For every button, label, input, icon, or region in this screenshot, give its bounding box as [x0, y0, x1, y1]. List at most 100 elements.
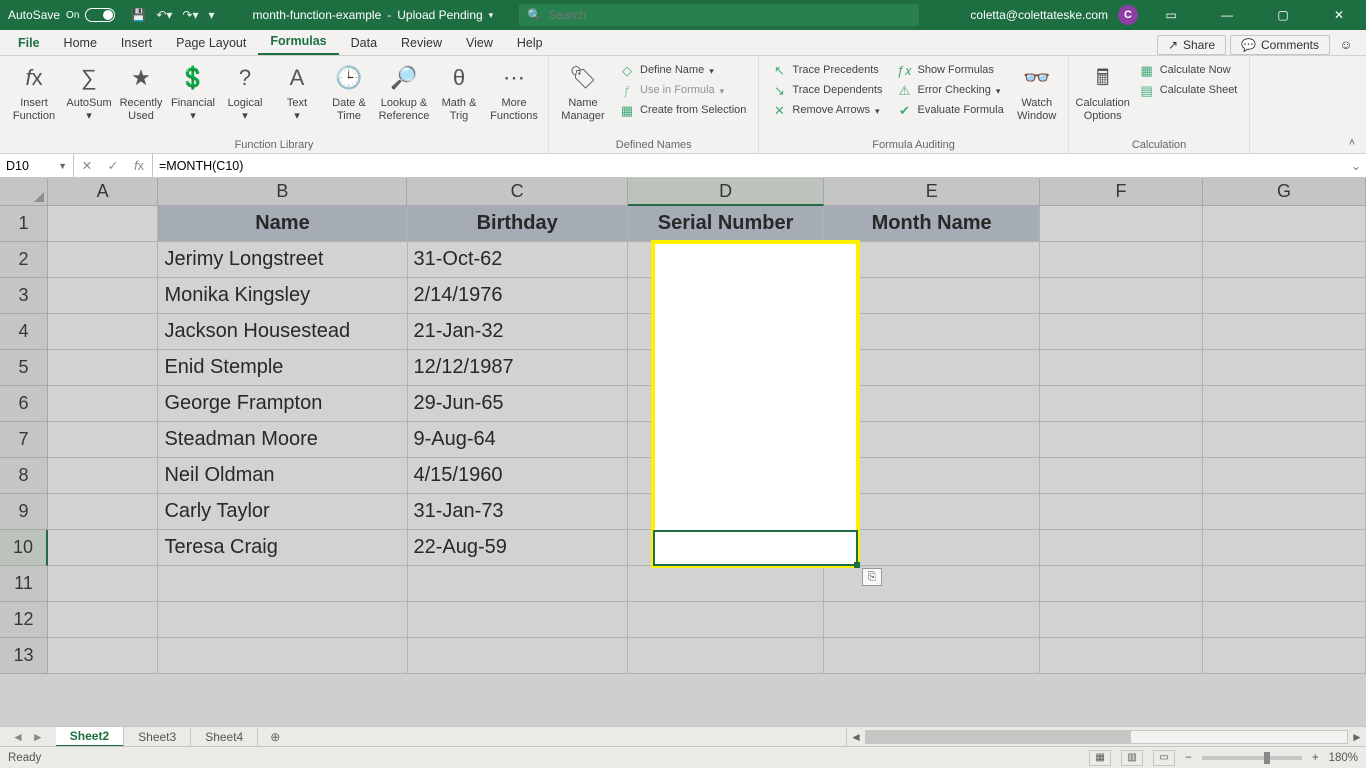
- name-box[interactable]: D10 ▼: [0, 154, 74, 177]
- cell-B11[interactable]: [158, 566, 407, 602]
- cell-C10[interactable]: 22-Aug-59: [408, 530, 628, 566]
- formula-input[interactable]: =MONTH(C10): [153, 154, 1346, 177]
- row-header-7[interactable]: 7: [0, 422, 48, 458]
- cell-F6[interactable]: [1040, 386, 1203, 422]
- search-box[interactable]: 🔍: [519, 4, 919, 26]
- math-trig-button[interactable]: θMath & Trig: [434, 60, 484, 122]
- add-sheet-icon[interactable]: ⊕: [258, 730, 292, 744]
- zoom-level[interactable]: 180%: [1329, 752, 1358, 764]
- upload-status[interactable]: Upload Pending: [397, 8, 482, 22]
- select-all-corner[interactable]: [0, 178, 48, 206]
- cell-D3[interactable]: 2: [628, 278, 824, 314]
- cell-D10[interactable]: 8: [628, 530, 824, 566]
- cell-B8[interactable]: Neil Oldman: [158, 458, 407, 494]
- cell-A10[interactable]: [48, 530, 158, 566]
- cell-F3[interactable]: [1040, 278, 1203, 314]
- row-header-1[interactable]: 1: [0, 206, 48, 242]
- spreadsheet-grid[interactable]: ABCDEFG 12345678910111213 NameBirthdaySe…: [0, 178, 1366, 726]
- ribbon-display-icon[interactable]: ▭: [1148, 0, 1194, 30]
- autosum-button[interactable]: ∑AutoSum▾: [64, 60, 114, 122]
- cell-A8[interactable]: [48, 458, 158, 494]
- cell-B9[interactable]: Carly Taylor: [158, 494, 407, 530]
- calculation-options-button[interactable]: 🖩Calculation Options: [1075, 60, 1131, 122]
- cell-F8[interactable]: [1040, 458, 1203, 494]
- cell-A11[interactable]: [48, 566, 158, 602]
- calculate-now-button[interactable]: ▦Calculate Now: [1137, 62, 1240, 80]
- cell-B13[interactable]: [158, 638, 407, 674]
- autofill-options-icon[interactable]: ⎘: [862, 568, 882, 586]
- cell-E12[interactable]: [824, 602, 1040, 638]
- maximize-icon[interactable]: ▢: [1260, 0, 1306, 30]
- tab-help[interactable]: Help: [505, 32, 555, 55]
- cell-G1[interactable]: [1203, 206, 1366, 242]
- search-input[interactable]: [548, 8, 911, 22]
- cell-C6[interactable]: 29-Jun-65: [408, 386, 628, 422]
- cell-E4[interactable]: [824, 314, 1040, 350]
- cell-D5[interactable]: 12: [628, 350, 824, 386]
- cell-F5[interactable]: [1040, 350, 1203, 386]
- column-header-c[interactable]: C: [407, 178, 627, 206]
- insert-function-button[interactable]: fxInsert Function: [6, 60, 62, 122]
- cell-G2[interactable]: [1203, 242, 1366, 278]
- cell-A6[interactable]: [48, 386, 158, 422]
- cancel-formula-icon[interactable]: ✕: [74, 158, 100, 173]
- tab-page-layout[interactable]: Page Layout: [164, 32, 258, 55]
- cell-C1[interactable]: Birthday: [408, 206, 628, 242]
- row-header-4[interactable]: 4: [0, 314, 48, 350]
- cell-F2[interactable]: [1040, 242, 1203, 278]
- cell-F10[interactable]: [1040, 530, 1203, 566]
- scroll-right-icon[interactable]: ►: [1348, 730, 1366, 744]
- row-header-11[interactable]: 11: [0, 566, 48, 602]
- cell-E5[interactable]: [824, 350, 1040, 386]
- scroll-left-icon[interactable]: ◄: [847, 730, 865, 744]
- column-header-d[interactable]: D: [628, 178, 825, 206]
- cell-C2[interactable]: 31-Oct-62: [408, 242, 628, 278]
- cell-F1[interactable]: [1040, 206, 1203, 242]
- show-formulas-button[interactable]: ƒ𝑥Show Formulas: [894, 62, 1005, 80]
- cell-E13[interactable]: [824, 638, 1040, 674]
- collapse-ribbon-icon[interactable]: ˄: [1338, 56, 1366, 153]
- sheet-tab-sheet2[interactable]: Sheet2: [56, 727, 124, 747]
- tab-home[interactable]: Home: [52, 32, 109, 55]
- cell-C8[interactable]: 4/15/1960: [408, 458, 628, 494]
- cell-D13[interactable]: [628, 638, 824, 674]
- date-time-button[interactable]: 🕒Date & Time: [324, 60, 374, 122]
- zoom-in-icon[interactable]: +: [1312, 752, 1319, 764]
- cell-A2[interactable]: [48, 242, 158, 278]
- autosave-toggle[interactable]: AutoSave On: [0, 8, 123, 22]
- watch-window-button[interactable]: 👓Watch Window: [1012, 60, 1062, 122]
- cell-D9[interactable]: 1: [628, 494, 824, 530]
- toggle-switch-icon[interactable]: [85, 8, 115, 22]
- cell-G7[interactable]: [1203, 422, 1366, 458]
- cell-F11[interactable]: [1040, 566, 1203, 602]
- cell-A7[interactable]: [48, 422, 158, 458]
- cell-A3[interactable]: [48, 278, 158, 314]
- cell-E6[interactable]: [824, 386, 1040, 422]
- sheet-nav-next-icon[interactable]: ►: [32, 730, 44, 744]
- cell-A1[interactable]: [48, 206, 158, 242]
- cell-B3[interactable]: Monika Kingsley: [158, 278, 407, 314]
- minimize-icon[interactable]: —: [1204, 0, 1250, 30]
- cell-D12[interactable]: [628, 602, 824, 638]
- tab-review[interactable]: Review: [389, 32, 454, 55]
- row-header-13[interactable]: 13: [0, 638, 48, 674]
- cell-B6[interactable]: George Frampton: [158, 386, 407, 422]
- cell-A4[interactable]: [48, 314, 158, 350]
- chevron-down-icon[interactable]: ▾: [489, 10, 494, 21]
- row-header-6[interactable]: 6: [0, 386, 48, 422]
- cell-G13[interactable]: [1203, 638, 1366, 674]
- remove-arrows-button[interactable]: ✕Remove Arrows ▾: [769, 102, 884, 120]
- cell-A13[interactable]: [48, 638, 158, 674]
- trace-precedents-button[interactable]: ↖Trace Precedents: [769, 62, 884, 80]
- cell-G9[interactable]: [1203, 494, 1366, 530]
- column-header-a[interactable]: A: [48, 178, 158, 206]
- evaluate-formula-button[interactable]: ✔Evaluate Formula: [894, 102, 1005, 120]
- cell-G8[interactable]: [1203, 458, 1366, 494]
- lookup-reference-button[interactable]: 🔎Lookup & Reference: [376, 60, 432, 122]
- cell-B4[interactable]: Jackson Housestead: [158, 314, 407, 350]
- cell-E3[interactable]: [824, 278, 1040, 314]
- row-header-9[interactable]: 9: [0, 494, 48, 530]
- column-header-g[interactable]: G: [1203, 178, 1366, 206]
- cell-F4[interactable]: [1040, 314, 1203, 350]
- chevron-down-icon[interactable]: ▼: [58, 161, 67, 171]
